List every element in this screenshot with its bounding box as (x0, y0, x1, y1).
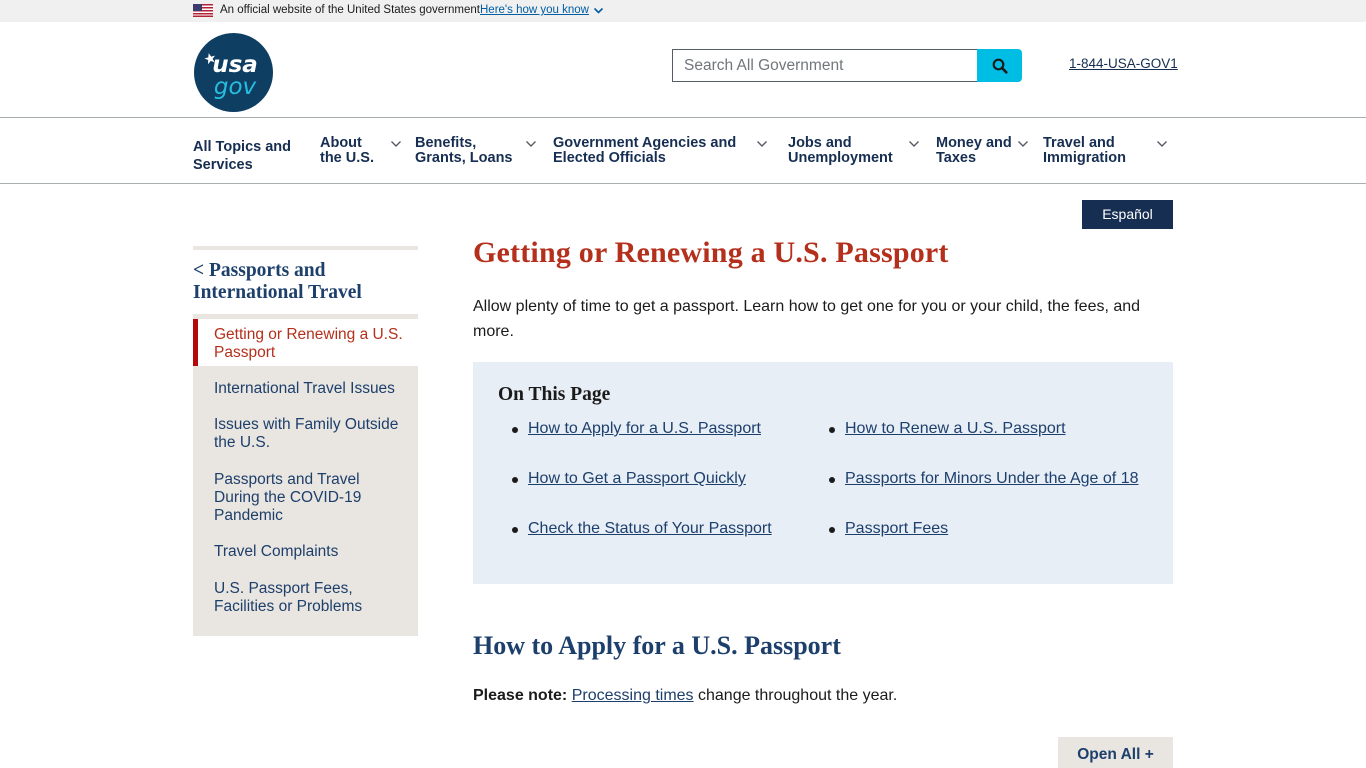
chevron-down-icon[interactable] (1156, 139, 1168, 149)
note-rest: change throughout the year. (693, 687, 898, 704)
otp-link-quickly[interactable]: How to Get a Passport Quickly (528, 470, 746, 488)
sidebar-parent-link[interactable]: < Passports and International Travel (193, 260, 418, 304)
chevron-down-icon[interactable] (390, 139, 402, 149)
gov-banner: An official website of the United States… (0, 0, 1366, 22)
on-this-page-title: On This Page (498, 384, 611, 405)
header-divider (0, 117, 1366, 118)
nav-label: About (320, 135, 362, 151)
chevron-down-icon[interactable] (593, 5, 604, 16)
nav-divider (0, 183, 1366, 184)
nav-label: All Topics and (193, 139, 292, 155)
nav-benefits[interactable]: Benefits, Grants, Loans (415, 136, 513, 166)
nav-government-agencies[interactable]: Government Agencies and Elected Official… (553, 136, 736, 166)
sidebar-item-label: Getting or Renewing a U.S. Passport (214, 326, 403, 361)
bullet-icon (829, 477, 835, 483)
chevron-down-icon[interactable] (1017, 139, 1029, 149)
otp-link-fees[interactable]: Passport Fees (845, 520, 948, 538)
processing-note: Please note: Processing times change thr… (473, 687, 897, 705)
on-this-page-box: On This Page How to Apply for a U.S. Pas… (473, 362, 1173, 584)
nav-label: Grants, Loans (415, 150, 513, 166)
espanol-button[interactable]: Español (1082, 200, 1173, 229)
nav-label: Elected Officials (553, 150, 666, 166)
nav-all-topics[interactable]: All Topics and Services (193, 138, 291, 174)
phone-link[interactable]: 1-844-USA-GOV1 (1069, 56, 1178, 71)
nav-label: Services (193, 157, 253, 173)
sidebar-item-travel-complaints[interactable]: Travel Complaints (214, 543, 414, 561)
nav-label: Travel and (1043, 135, 1115, 151)
sidebar-item-current[interactable]: Getting or Renewing a U.S. Passport (193, 319, 418, 366)
official-site-text: An official website of the United States… (220, 4, 480, 16)
nav-about-us[interactable]: About the U.S. (320, 136, 374, 166)
sidebar-item-family-outside-us[interactable]: Issues with Family Outside the U.S. (214, 416, 414, 452)
section-title-apply: How to Apply for a U.S. Passport (473, 631, 841, 660)
search-input[interactable] (672, 49, 978, 82)
otp-link-renew[interactable]: How to Renew a U.S. Passport (845, 420, 1066, 438)
nav-label: Money and (936, 135, 1012, 151)
search-icon (992, 58, 1008, 74)
sidebar-top-divider (193, 246, 418, 250)
intro-text: Allow plenty of time to get a passport. … (473, 298, 1141, 340)
nav-label: Benefits, (415, 135, 477, 151)
bullet-icon (829, 527, 835, 533)
sidebar-nav: Getting or Renewing a U.S. Passport Inte… (193, 314, 418, 636)
nav-money-taxes[interactable]: Money and Taxes (936, 136, 1012, 166)
sidebar-item-passport-fees-facilities[interactable]: U.S. Passport Fees, Facilities or Proble… (214, 580, 379, 616)
us-flag-icon (193, 4, 213, 17)
sidebar-item-covid-travel[interactable]: Passports and Travel During the COVID-19… (214, 471, 374, 525)
nav-label: the U.S. (320, 150, 374, 166)
processing-times-link[interactable]: Processing times (572, 687, 694, 704)
how-you-know-link[interactable]: Here's how you know (480, 4, 589, 16)
bullet-icon (512, 477, 518, 483)
logo-gov: gov (214, 74, 257, 100)
nav-label: Government Agencies and (553, 135, 737, 151)
nav-travel-immigration[interactable]: Travel and Immigration (1043, 136, 1126, 166)
bullet-icon (512, 527, 518, 533)
nav-label: Jobs and (788, 135, 852, 151)
bullet-icon (829, 427, 835, 433)
usagov-logo[interactable]: usa gov (194, 33, 273, 112)
chevron-down-icon[interactable] (525, 139, 537, 149)
nav-label: Unemployment (788, 150, 893, 166)
nav-label: Taxes (936, 150, 977, 166)
otp-link-minors[interactable]: Passports for Minors Under the Age of 18 (845, 470, 1138, 488)
search-button[interactable] (977, 49, 1022, 82)
nav-jobs[interactable]: Jobs and Unemployment (788, 136, 893, 166)
chevron-down-icon[interactable] (756, 139, 768, 149)
logo-mark: usa gov (204, 52, 258, 100)
otp-link-apply[interactable]: How to Apply for a U.S. Passport (528, 420, 761, 438)
bullet-icon (512, 427, 518, 433)
note-label: Please note: (473, 687, 568, 704)
nav-label: Immigration (1043, 150, 1126, 166)
chevron-down-icon[interactable] (908, 139, 920, 149)
otp-link-status[interactable]: Check the Status of Your Passport (528, 520, 772, 538)
page-title: Getting or Renewing a U.S. Passport (473, 236, 949, 269)
sidebar-item-international-travel-issues[interactable]: International Travel Issues (214, 380, 414, 398)
open-all-button[interactable]: Open All + (1058, 737, 1173, 768)
